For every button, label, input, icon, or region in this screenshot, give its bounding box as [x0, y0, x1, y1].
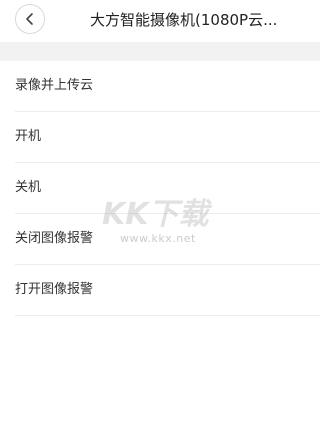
page: 大方智能摄像机(1080P云... 录像并上传云 开机 关机 关闭图像报警 打开… — [0, 0, 320, 435]
menu-item-power-on[interactable]: 开机 — [15, 112, 320, 163]
menu-item-label: 录像并上传云 — [15, 78, 94, 93]
page-title: 大方智能摄像机(1080P云... — [90, 11, 278, 29]
menu-item-record-upload[interactable]: 录像并上传云 — [15, 61, 320, 112]
menu-item-power-off[interactable]: 关机 — [15, 163, 320, 214]
menu-item-disable-image-alarm[interactable]: 关闭图像报警 — [15, 214, 320, 265]
menu-item-label: 打开图像报警 — [15, 282, 94, 297]
command-list: 录像并上传云 开机 关机 关闭图像报警 打开图像报警 — [0, 61, 320, 316]
menu-item-label: 关闭图像报警 — [15, 231, 94, 246]
back-button[interactable] — [15, 4, 45, 34]
menu-item-label: 关机 — [15, 180, 42, 195]
header-bar: 大方智能摄像机(1080P云... — [0, 0, 320, 40]
chevron-left-icon — [26, 13, 33, 25]
menu-item-label: 开机 — [15, 129, 42, 144]
menu-item-enable-image-alarm[interactable]: 打开图像报警 — [15, 265, 320, 316]
section-separator — [0, 42, 320, 61]
